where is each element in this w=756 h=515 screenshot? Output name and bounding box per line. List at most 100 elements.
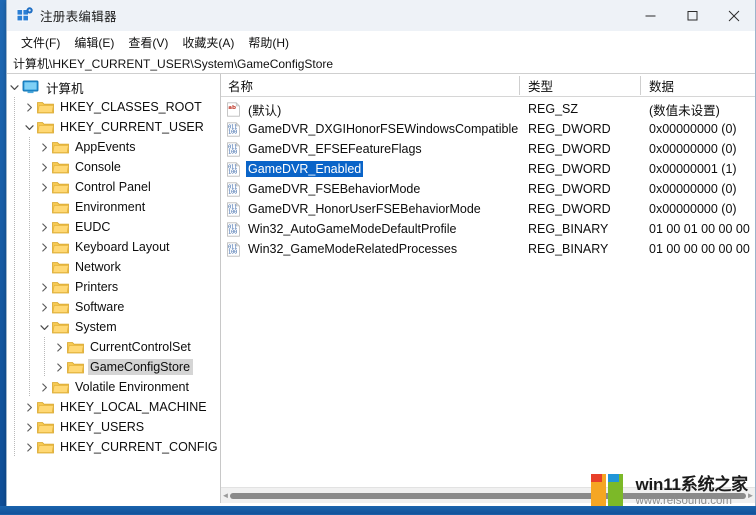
tree-item-hkey-users[interactable]: HKEY_USERS: [7, 417, 220, 437]
svg-text:100: 100: [228, 249, 237, 255]
column-header-data-label: 数据: [649, 76, 674, 95]
tree-indent-guide: [7, 397, 22, 417]
tree-indent-guide: [22, 277, 37, 297]
chevron-right-icon: [37, 257, 52, 277]
scroll-left-arrow-icon[interactable]: ◄: [221, 491, 230, 501]
binary-value-icon: 011100: [226, 142, 241, 157]
column-header-name[interactable]: 名称: [221, 74, 520, 97]
tree-item-environment[interactable]: Environment: [7, 197, 220, 217]
menu-help[interactable]: 帮助(H): [241, 32, 296, 53]
folder-icon: [52, 380, 69, 394]
binary-value-icon: 011100: [226, 222, 241, 237]
table-row[interactable]: 011100GameDVR_DXGIHonorFSEWindowsCompati…: [221, 119, 755, 139]
tree-indent-guide: [7, 317, 22, 337]
table-row[interactable]: 011100Win32_GameModeRelatedProcessesREG_…: [221, 239, 755, 259]
tree-item-eudc[interactable]: EUDC: [7, 217, 220, 237]
folder-icon: [37, 400, 54, 414]
value-data-cell: 0x00000001 (1): [641, 162, 755, 176]
chevron-down-icon[interactable]: [37, 317, 52, 337]
menu-favorites[interactable]: 收藏夹(A): [175, 32, 241, 53]
tree-item-software[interactable]: Software: [7, 297, 220, 317]
table-row[interactable]: 011100GameDVR_EnabledREG_DWORD0x00000001…: [221, 159, 755, 179]
value-type-cell: REG_DWORD: [520, 122, 641, 136]
value-name-label: GameDVR_FSEBehaviorMode: [246, 181, 422, 197]
tree-item-currentcontrolset[interactable]: CurrentControlSet: [7, 337, 220, 357]
registry-editor-window: 注册表编辑器 文件(F) 编辑(E) 查看(V) 收藏夹(A) 帮助(H) 计算…: [6, 0, 756, 508]
tree-item-control-panel[interactable]: Control Panel: [7, 177, 220, 197]
chevron-down-icon[interactable]: [22, 117, 37, 137]
tree-indent-guide: [7, 157, 22, 177]
tree-item-console[interactable]: Console: [7, 157, 220, 177]
address-bar[interactable]: 计算机\HKEY_CURRENT_USER\System\GameConfigS…: [7, 54, 755, 74]
column-header-type-label: 类型: [528, 76, 553, 95]
chevron-right-icon[interactable]: [37, 277, 52, 297]
tree-indent-guide: [22, 197, 37, 217]
tree-indent-guide: [7, 137, 22, 157]
maximize-button[interactable]: [671, 0, 713, 31]
chevron-right-icon[interactable]: [37, 217, 52, 237]
menu-edit[interactable]: 编辑(E): [67, 32, 121, 53]
chevron-right-icon[interactable]: [37, 157, 52, 177]
table-row[interactable]: 011100Win32_AutoGameModeDefaultProfileRE…: [221, 219, 755, 239]
close-button[interactable]: [713, 0, 755, 31]
title-bar: 注册表编辑器: [7, 0, 755, 31]
folder-icon: [52, 160, 69, 174]
table-row[interactable]: ab(默认)REG_SZ(数值未设置): [221, 99, 755, 119]
chevron-right-icon[interactable]: [52, 357, 67, 377]
tree-indent-guide: [7, 417, 22, 437]
folder-icon: [67, 340, 84, 354]
chevron-right-icon[interactable]: [22, 97, 37, 117]
tree-item-[interactable]: 计算机: [7, 77, 220, 97]
horizontal-scrollbar[interactable]: ◄ ►: [221, 487, 755, 503]
string-value-icon: ab: [226, 102, 241, 117]
svg-text:100: 100: [228, 229, 237, 235]
tree-item-keyboard-layout[interactable]: Keyboard Layout: [7, 237, 220, 257]
registry-editor-icon: [16, 7, 33, 24]
chevron-right-icon[interactable]: [37, 377, 52, 397]
column-header-data[interactable]: 数据: [641, 74, 755, 97]
menu-file[interactable]: 文件(F): [14, 32, 67, 53]
tree-indent-guide: [22, 297, 37, 317]
chevron-right-icon[interactable]: [37, 177, 52, 197]
chevron-right-icon[interactable]: [37, 297, 52, 317]
tree-item-label: HKEY_CURRENT_USER: [58, 119, 207, 135]
tree-item-label: Software: [73, 299, 127, 315]
tree-item-hkey-current-config[interactable]: HKEY_CURRENT_CONFIG: [7, 437, 220, 457]
menu-view[interactable]: 查看(V): [121, 32, 175, 53]
minimize-button[interactable]: [629, 0, 671, 31]
tree-item-hkey-local-machine[interactable]: HKEY_LOCAL_MACHINE: [7, 397, 220, 417]
chevron-down-icon[interactable]: [7, 77, 22, 97]
tree-item-network[interactable]: Network: [7, 257, 220, 277]
table-row[interactable]: 011100GameDVR_FSEBehaviorModeREG_DWORD0x…: [221, 179, 755, 199]
value-type-cell: REG_DWORD: [520, 182, 641, 196]
tree-indent-guide: [22, 237, 37, 257]
tree-item-hkey-current-user[interactable]: HKEY_CURRENT_USER: [7, 117, 220, 137]
tree-item-hkey-classes-root[interactable]: HKEY_CLASSES_ROOT: [7, 97, 220, 117]
value-data-cell: 0x00000000 (0): [641, 142, 755, 156]
tree-item-appevents[interactable]: AppEvents: [7, 137, 220, 157]
table-row[interactable]: 011100GameDVR_EFSEFeatureFlagsREG_DWORD0…: [221, 139, 755, 159]
tree-item-gameconfigstore[interactable]: GameConfigStore: [7, 357, 220, 377]
value-name-cell: 011100Win32_AutoGameModeDefaultProfile: [221, 221, 520, 237]
table-row[interactable]: 011100GameDVR_HonorUserFSEBehaviorModeRE…: [221, 199, 755, 219]
chevron-right-icon[interactable]: [22, 437, 37, 457]
tree-item-system[interactable]: System: [7, 317, 220, 337]
folder-icon: [37, 120, 54, 134]
column-header-type[interactable]: 类型: [520, 74, 641, 97]
window-title: 注册表编辑器: [40, 6, 117, 25]
chevron-right-icon[interactable]: [37, 137, 52, 157]
tree-item-printers[interactable]: Printers: [7, 277, 220, 297]
registry-tree-pane[interactable]: 计算机HKEY_CLASSES_ROOT HKEY_CURRENT_USER App…: [7, 74, 221, 503]
folder-icon: [37, 420, 54, 434]
chevron-right-icon[interactable]: [37, 237, 52, 257]
chevron-right-icon[interactable]: [22, 417, 37, 437]
folder-icon: [52, 180, 69, 194]
scrollbar-thumb[interactable]: [230, 493, 746, 499]
tree-item-label: Volatile Environment: [73, 379, 192, 395]
chevron-right-icon[interactable]: [52, 337, 67, 357]
tree-item-label: Network: [73, 259, 124, 275]
scroll-right-arrow-icon[interactable]: ►: [746, 491, 755, 501]
folder-icon: [52, 260, 69, 274]
tree-item-volatile-environment[interactable]: Volatile Environment: [7, 377, 220, 397]
chevron-right-icon[interactable]: [22, 397, 37, 417]
